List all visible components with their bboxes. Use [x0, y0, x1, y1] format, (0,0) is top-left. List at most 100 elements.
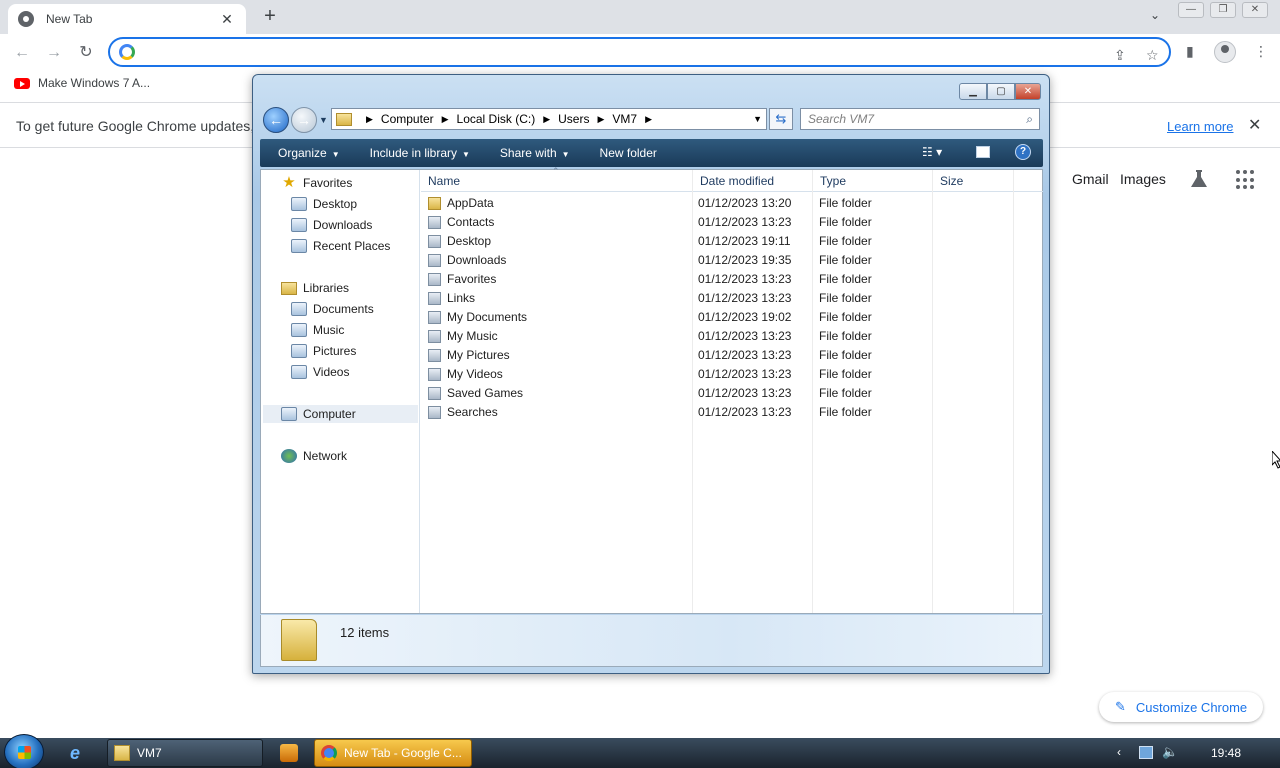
file-row[interactable]: My Music 01/12/2023 13:23 File folder [421, 327, 1013, 346]
nav-network[interactable]: Network [281, 447, 347, 465]
search-icon[interactable]: ⌕ [1026, 112, 1033, 127]
profile-avatar[interactable] [1214, 41, 1236, 63]
close-tab-icon[interactable]: ✕ [218, 11, 236, 28]
breadcrumb-arrow-icon[interactable]: ▶ [366, 114, 373, 125]
tab-new-tab[interactable]: New Tab ✕ [8, 4, 246, 34]
explorer-maximize-button[interactable]: ▢ [987, 83, 1015, 100]
minimize-button[interactable]: — [1178, 2, 1204, 18]
file-row[interactable]: Searches 01/12/2023 13:23 File folder [421, 403, 1013, 422]
google-apps-icon[interactable] [1236, 170, 1256, 190]
preview-pane-icon[interactable] [976, 146, 990, 158]
tab-search-icon[interactable]: ⌄ [1150, 8, 1160, 22]
bookmark-item[interactable]: Make Windows 7 A... [14, 76, 150, 90]
explorer-close-button[interactable]: ✕ [1015, 83, 1041, 100]
breadcrumb-arrow-icon[interactable]: ▶ [543, 114, 550, 125]
breadcrumb-computer[interactable]: Computer [381, 112, 434, 126]
file-row[interactable]: My Pictures 01/12/2023 13:23 File folder [421, 346, 1013, 365]
folder-icon [428, 272, 441, 286]
file-row[interactable]: Downloads 01/12/2023 19:35 File folder [421, 251, 1013, 270]
file-row[interactable]: My Documents 01/12/2023 19:02 File folder [421, 308, 1013, 327]
share-icon[interactable]: ⇪ [1114, 47, 1126, 64]
breadcrumb-arrow-icon[interactable]: ▶ [442, 114, 449, 125]
nav-pictures[interactable]: Pictures [291, 342, 356, 360]
file-name[interactable]: Saved Games [428, 386, 523, 400]
breadcrumb-local-disk[interactable]: Local Disk (C:) [457, 112, 536, 126]
menu-icon[interactable]: ⋮ [1254, 43, 1268, 60]
gmail-link[interactable]: Gmail [1072, 171, 1109, 187]
new-tab-button[interactable]: + [258, 5, 282, 29]
column-date-modified[interactable]: Date modified [700, 174, 774, 188]
column-name[interactable]: Name [428, 174, 460, 188]
internet-explorer-icon[interactable]: e [70, 743, 90, 763]
breadcrumb-arrow-icon[interactable]: ▶ [645, 114, 652, 125]
reload-icon[interactable]: ↻ [75, 42, 97, 64]
restore-button[interactable]: ❐ [1210, 2, 1236, 18]
file-row[interactable]: Links 01/12/2023 13:23 File folder [421, 289, 1013, 308]
nav-libraries[interactable]: Libraries [281, 279, 349, 297]
file-name[interactable]: Searches [428, 405, 498, 419]
images-link[interactable]: Images [1120, 171, 1166, 187]
recent-pages-dropdown-icon[interactable]: ▼ [319, 115, 328, 125]
breadcrumb-users[interactable]: Users [558, 112, 589, 126]
network-tray-icon[interactable] [1139, 746, 1153, 759]
close-window-button[interactable]: ✕ [1242, 2, 1268, 18]
file-row[interactable]: Desktop 01/12/2023 19:11 File folder [421, 232, 1013, 251]
explorer-minimize-button[interactable]: ▁ [959, 83, 987, 100]
file-name[interactable]: Favorites [428, 272, 496, 286]
file-row[interactable]: AppData 01/12/2023 13:20 File folder [421, 194, 1013, 213]
column-size[interactable]: Size [940, 174, 963, 188]
bookmark-star-icon[interactable]: ☆ [1146, 47, 1159, 64]
back-icon[interactable]: ← [11, 42, 33, 64]
file-name[interactable]: Downloads [428, 253, 506, 267]
search-input[interactable]: Search VM7 ⌕ [800, 108, 1040, 130]
learn-more-link[interactable]: Learn more [1167, 119, 1233, 134]
taskbar-explorer-button[interactable]: VM7 [107, 739, 263, 767]
new-folder-button[interactable]: New folder [600, 146, 657, 160]
nav-favorites[interactable]: ★ Favorites [281, 174, 352, 192]
include-in-library-button[interactable]: Include in library ▼ [370, 146, 470, 160]
column-type[interactable]: Type [820, 174, 846, 188]
explorer-back-button[interactable]: ← [263, 107, 289, 133]
explorer-forward-button[interactable]: → [291, 107, 317, 133]
file-name[interactable]: AppData [428, 196, 494, 210]
refresh-icon[interactable]: ⇆ [769, 108, 793, 130]
nav-documents[interactable]: Documents [291, 300, 374, 318]
address-bar[interactable]: ▶ Computer ▶ Local Disk (C:) ▶ Users ▶ V… [331, 108, 767, 130]
nav-recent-places[interactable]: Recent Places [291, 237, 390, 255]
change-view-icon[interactable]: ☷ ▾ [922, 145, 942, 159]
help-icon[interactable]: ? [1015, 144, 1031, 160]
file-name[interactable]: My Documents [428, 310, 527, 324]
media-player-icon[interactable] [280, 744, 298, 762]
show-hidden-icons[interactable]: ‹ [1117, 745, 1121, 759]
file-name[interactable]: My Music [428, 329, 498, 343]
file-row[interactable]: Saved Games 01/12/2023 13:23 File folder [421, 384, 1013, 403]
nav-music[interactable]: Music [291, 321, 344, 339]
address-dropdown-icon[interactable]: ▼ [753, 114, 762, 124]
windows-start-icon[interactable] [4, 734, 44, 768]
taskbar-chrome-button[interactable]: New Tab - Google C... [314, 739, 472, 767]
nav-downloads[interactable]: Downloads [291, 216, 372, 234]
nav-videos[interactable]: Videos [291, 363, 349, 381]
nav-desktop[interactable]: Desktop [291, 195, 357, 213]
omnibox[interactable]: ⇪ ☆ [108, 37, 1171, 67]
customize-chrome-button[interactable]: ✎ Customize Chrome [1099, 692, 1263, 722]
labs-flask-icon[interactable] [1188, 168, 1210, 190]
file-name[interactable]: Links [428, 291, 475, 305]
file-name[interactable]: Contacts [428, 215, 494, 229]
file-row[interactable]: My Videos 01/12/2023 13:23 File folder [421, 365, 1013, 384]
forward-icon[interactable]: → [43, 42, 65, 64]
file-name[interactable]: Desktop [428, 234, 491, 248]
file-row[interactable]: Favorites 01/12/2023 13:23 File folder [421, 270, 1013, 289]
clock[interactable]: 19:48 [1211, 746, 1241, 760]
file-row[interactable]: Contacts 01/12/2023 13:23 File folder [421, 213, 1013, 232]
breadcrumb-arrow-icon[interactable]: ▶ [597, 114, 604, 125]
close-infobar-icon[interactable]: ✕ [1248, 115, 1261, 135]
volume-muted-icon[interactable]: 🔈 [1162, 744, 1178, 760]
organize-button[interactable]: Organize ▼ [278, 146, 340, 160]
breadcrumb-vm7[interactable]: VM7 [612, 112, 637, 126]
side-panel-icon[interactable]: ▮ [1186, 43, 1194, 60]
file-name[interactable]: My Videos [428, 367, 503, 381]
share-with-button[interactable]: Share with ▼ [500, 146, 570, 160]
file-name[interactable]: My Pictures [428, 348, 510, 362]
nav-computer[interactable]: Computer [263, 405, 418, 423]
